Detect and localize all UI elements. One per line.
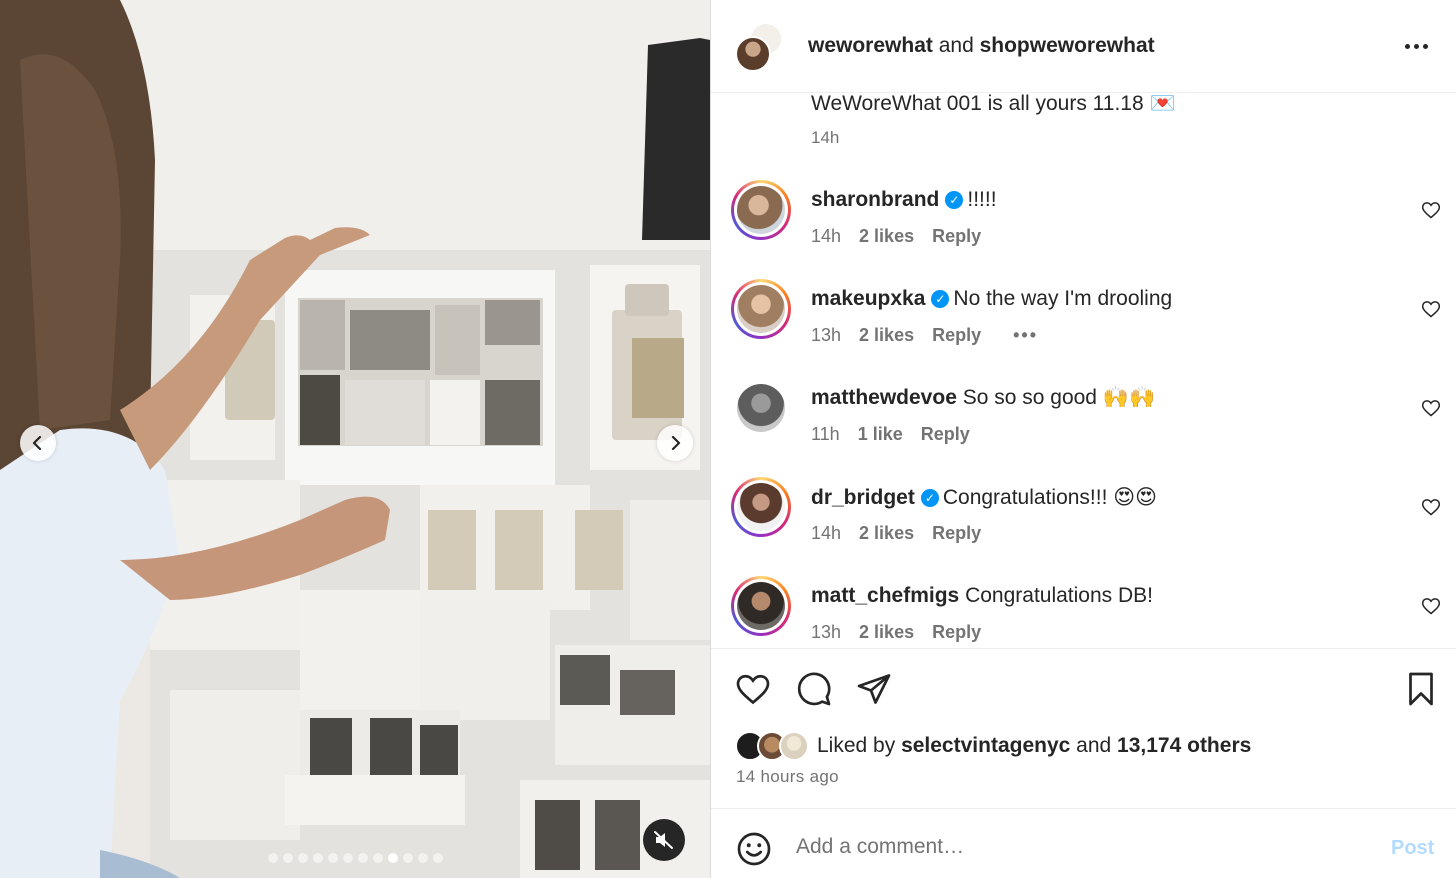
avatar[interactable] xyxy=(731,378,791,438)
reply-button[interactable]: Reply xyxy=(932,622,981,643)
comment-composer: Post xyxy=(711,808,1456,878)
carousel-dot xyxy=(403,853,413,863)
dot xyxy=(1423,43,1428,49)
comment-bubble-icon[interactable] xyxy=(796,671,832,707)
post-media[interactable] xyxy=(0,0,710,878)
reply-button[interactable]: Reply xyxy=(932,325,981,346)
verified-badge-icon: ✓ xyxy=(931,290,950,308)
collab-avatars[interactable] xyxy=(735,22,785,72)
comment-likes[interactable]: 2 likes xyxy=(859,325,914,346)
carousel-dot xyxy=(298,853,308,863)
carousel-prev-button[interactable] xyxy=(20,425,56,461)
liked-by-username[interactable]: selectvintagenyc xyxy=(901,734,1070,757)
post-header: weworewhat and shopweworewhat xyxy=(711,0,1456,93)
carousel-dot xyxy=(343,853,353,863)
comment-likes[interactable]: 1 like xyxy=(858,424,903,445)
comment-item: dr_bridget ✓ Congratulations!!! 😍😍 14h 2 li… xyxy=(711,477,1456,567)
post-timestamp[interactable]: 14 hours ago xyxy=(736,767,839,787)
avatar[interactable] xyxy=(731,477,791,537)
speaker-muted-icon xyxy=(654,831,673,849)
bookmark-icon[interactable] xyxy=(1403,671,1439,707)
carousel-dot xyxy=(388,853,398,863)
liked-by-summary[interactable]: Liked by selectvintagenyc and 13,174 oth… xyxy=(817,734,1251,758)
post-authors: weworewhat and shopweworewhat xyxy=(808,34,1155,58)
comment-username[interactable]: makeupxka xyxy=(811,287,925,310)
comment-text: Congratulations DB! xyxy=(965,584,1153,607)
comment-item: matthewdevoe So so so good 🙌🙌 11h 1 like R… xyxy=(711,378,1456,468)
avatar xyxy=(735,36,771,72)
chevron-right-icon xyxy=(671,436,681,450)
comment-time[interactable]: 13h xyxy=(811,325,841,346)
heart-icon[interactable] xyxy=(1421,398,1441,418)
comment-time[interactable]: 11h xyxy=(811,424,840,445)
liked-by-middle: and xyxy=(1070,734,1118,757)
carousel-dot xyxy=(418,853,428,863)
dot xyxy=(1414,43,1419,49)
post-sidebar: weworewhat and shopweworewhat WeWoreWhat… xyxy=(710,0,1456,878)
comment-text: Congratulations!!! 😍😍 xyxy=(942,486,1158,509)
more-options-button[interactable] xyxy=(1405,36,1435,56)
author-username[interactable]: weworewhat xyxy=(808,34,933,57)
chevron-left-icon xyxy=(32,436,42,450)
carousel-dot xyxy=(358,853,368,863)
comment-text: !!!!! xyxy=(967,188,997,211)
carousel-dot xyxy=(373,853,383,863)
reply-button[interactable]: Reply xyxy=(921,424,970,445)
carousel-dot xyxy=(328,853,338,863)
carousel-indicator xyxy=(268,853,444,863)
comment-username[interactable]: dr_bridget xyxy=(811,486,915,509)
liked-by-prefix: Liked by xyxy=(817,734,902,757)
comment-time[interactable]: 14h xyxy=(811,523,841,544)
comment-text: No the way I'm drooling xyxy=(953,287,1173,310)
comment-more-button[interactable]: ••• xyxy=(1013,325,1038,346)
avatar[interactable] xyxy=(731,576,791,636)
reply-button[interactable]: Reply xyxy=(932,523,981,544)
heart-icon[interactable] xyxy=(1421,596,1441,616)
mute-toggle-button[interactable] xyxy=(643,819,685,861)
avatar xyxy=(779,731,809,761)
carousel-next-button[interactable] xyxy=(657,425,693,461)
post-actions: Liked by selectvintagenyc and 13,174 oth… xyxy=(711,648,1456,808)
carousel-dot xyxy=(283,853,293,863)
verified-badge-icon: ✓ xyxy=(920,489,939,507)
heart-icon[interactable] xyxy=(1421,299,1441,319)
comment-likes[interactable]: 2 likes xyxy=(859,523,914,544)
post-comment-button[interactable]: Post xyxy=(1391,837,1434,860)
avatar[interactable] xyxy=(731,279,791,339)
comment-username[interactable]: matthewdevoe xyxy=(811,386,957,409)
comment-text: So so so good 🙌🙌 xyxy=(962,386,1156,409)
likes-count[interactable]: 13,174 others xyxy=(1117,734,1251,757)
author-joiner: and xyxy=(932,34,980,57)
caption-timestamp[interactable]: 14h xyxy=(811,128,839,148)
comment-input[interactable] xyxy=(796,829,1356,865)
liked-by-avatars[interactable] xyxy=(735,731,815,761)
comment-likes[interactable]: 2 likes xyxy=(859,226,914,247)
carousel-dot xyxy=(313,853,323,863)
heart-icon[interactable] xyxy=(1421,497,1441,517)
avatar[interactable] xyxy=(731,180,791,240)
post-video-frame xyxy=(0,0,710,878)
comment-username[interactable]: sharonbrand xyxy=(811,188,939,211)
comment-username[interactable]: matt_chefmigs xyxy=(811,584,959,607)
comment-time[interactable]: 13h xyxy=(811,622,841,643)
comment-likes[interactable]: 2 likes xyxy=(859,622,914,643)
comment-time[interactable]: 14h xyxy=(811,226,841,247)
carousel-dot xyxy=(433,853,443,863)
comment-item: sharonbrand ✓!!!!! 14h 2 likes Reply xyxy=(711,180,1456,270)
heart-icon[interactable] xyxy=(1421,200,1441,220)
author-username[interactable]: shopweworewhat xyxy=(980,34,1155,57)
share-send-icon[interactable] xyxy=(856,671,892,707)
dot xyxy=(1405,43,1410,49)
reply-button[interactable]: Reply xyxy=(932,226,981,247)
emoji-icon[interactable] xyxy=(736,831,772,867)
carousel-dot xyxy=(268,853,278,863)
post-caption: WeWoreWhat 001 is all yours 11.18 💌 xyxy=(811,92,1176,115)
like-heart-icon[interactable] xyxy=(735,671,771,707)
comment-item: makeupxka ✓ No the way I'm drooling 13h 2 l… xyxy=(711,279,1456,369)
verified-badge-icon: ✓ xyxy=(945,191,964,209)
